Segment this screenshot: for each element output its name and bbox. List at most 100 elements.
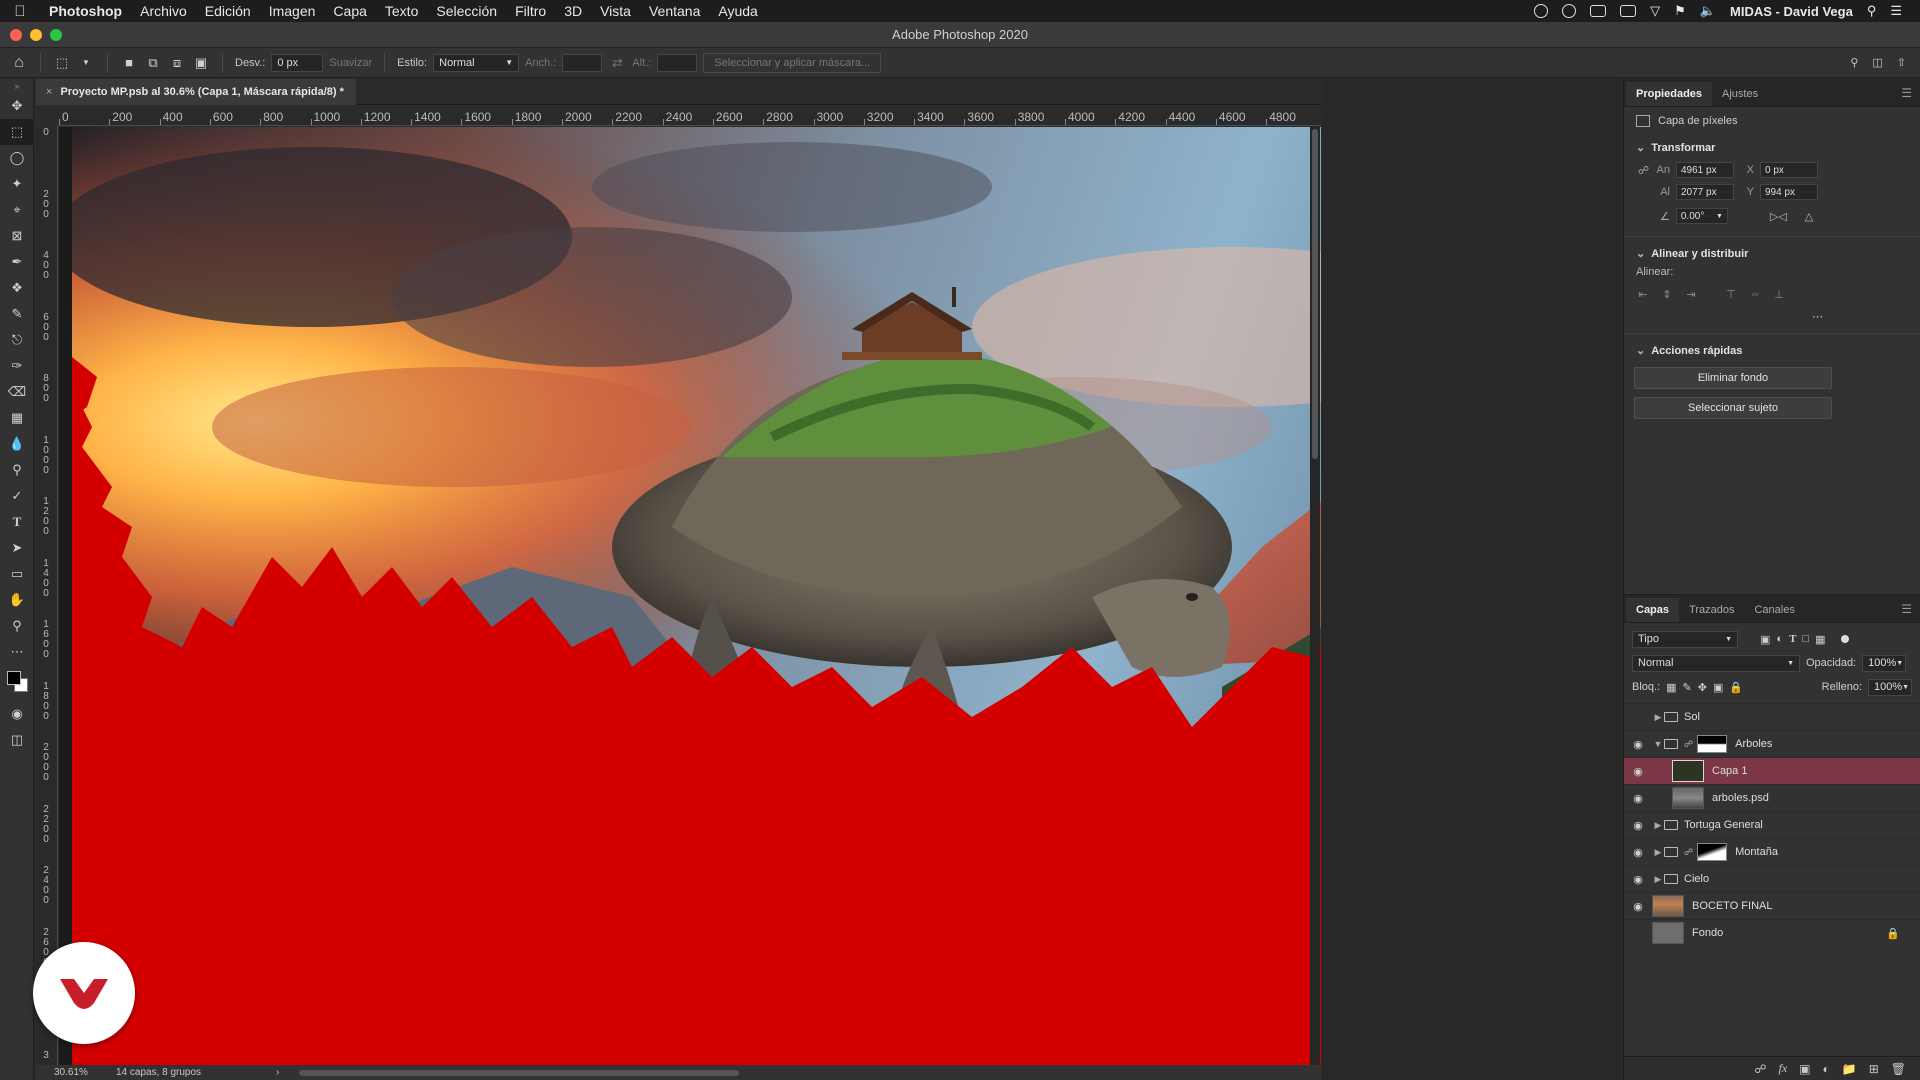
creative-cloud-icon[interactable] xyxy=(1562,4,1577,18)
layer-row-sol[interactable]: ◉ ▶ Sol xyxy=(1624,703,1920,730)
dodge-tool-icon[interactable]: ⚲ xyxy=(0,457,34,483)
document-canvas[interactable] xyxy=(72,127,1321,1065)
menu-3d[interactable]: 3D xyxy=(555,3,591,19)
layer-filter-select[interactable]: Tipo ▼ xyxy=(1632,630,1738,648)
layer-thumbnail[interactable] xyxy=(1652,922,1684,944)
healing-brush-tool-icon[interactable]: ❖ xyxy=(0,275,34,301)
record-icon[interactable] xyxy=(1534,4,1549,18)
path-selection-tool-icon[interactable]: ➤ xyxy=(0,535,34,561)
filter-toggle-icon[interactable] xyxy=(1841,635,1850,643)
feather-input[interactable]: 0 px xyxy=(271,53,324,72)
select-subject-button[interactable]: Seleccionar sujeto xyxy=(1634,397,1832,419)
status-chevron-icon[interactable]: › xyxy=(276,1067,279,1078)
filter-adjustment-icon[interactable]: ◐ xyxy=(1776,633,1783,645)
horizontal-scrollbar[interactable] xyxy=(299,1069,740,1076)
align-left-icon[interactable]: ⇤ xyxy=(1636,288,1650,301)
new-layer-icon[interactable]: ⊞ xyxy=(1869,1062,1879,1076)
new-selection-icon[interactable]: ■ xyxy=(120,54,138,72)
eyedropper-tool-icon[interactable]: ✒ xyxy=(0,249,34,275)
minimize-window-button[interactable] xyxy=(30,29,42,41)
add-mask-icon[interactable]: ▣ xyxy=(1799,1062,1810,1076)
close-document-icon[interactable]: × xyxy=(46,86,52,98)
lock-all-icon[interactable]: 🔒 xyxy=(1729,681,1743,694)
marquee-preset-icon[interactable]: ⬚ xyxy=(53,54,71,72)
layer-row-capa-1[interactable]: ◉ Capa 1 xyxy=(1624,757,1920,784)
new-group-icon[interactable]: 📁 xyxy=(1842,1062,1857,1076)
vertical-scrollbar[interactable] xyxy=(1310,127,1320,1065)
tab-canales[interactable]: Canales xyxy=(1744,598,1804,622)
more-options-icon[interactable]: ⋯ xyxy=(1624,310,1920,323)
spotlight-search-icon[interactable]: ⚲ xyxy=(1867,3,1877,19)
clone-stamp-tool-icon[interactable]: ⎋ xyxy=(0,327,34,353)
align-bottom-icon[interactable]: ⊥ xyxy=(1772,288,1786,301)
align-center-h-icon[interactable]: ⇕ xyxy=(1660,288,1674,301)
lock-position-icon[interactable]: ✥ xyxy=(1698,681,1707,694)
eye-icon[interactable]: ◉ xyxy=(1624,765,1652,778)
zoom-level[interactable]: 30.61% xyxy=(36,1067,106,1078)
layer-row-tortuga-general[interactable]: ◉ ▶ Tortuga General xyxy=(1624,811,1920,838)
search-icon[interactable]: ⚲ xyxy=(1850,56,1858,69)
chevron-right-icon[interactable]: ▶ xyxy=(1652,820,1664,831)
hand-tool-icon[interactable]: ✋ xyxy=(0,587,34,613)
rectangular-marquee-tool-icon[interactable]: ⬚ xyxy=(0,119,34,145)
chevron-right-icon[interactable]: ▶ xyxy=(1652,847,1664,858)
flip-vertical-icon[interactable]: △ xyxy=(1805,210,1813,223)
eraser-tool-icon[interactable]: ⌫ xyxy=(0,379,34,405)
layer-mask-thumbnail[interactable] xyxy=(1697,843,1728,861)
screen-mode-icon[interactable]: ◫ xyxy=(0,727,34,753)
blur-tool-icon[interactable]: 💧 xyxy=(0,431,34,457)
layer-row-arboles-psd[interactable]: ◉ arboles.psd xyxy=(1624,784,1920,811)
layer-row-fondo[interactable]: ◉ Fondo 🔒 xyxy=(1624,919,1920,946)
link-icon[interactable]: ☍ xyxy=(1684,739,1693,750)
visibility-toggle-icon[interactable]: ◉ xyxy=(1624,927,1652,940)
layer-row-boceto-final[interactable]: ◉ BOCETO FINAL xyxy=(1624,892,1920,919)
width-field[interactable]: 4961 px xyxy=(1676,162,1734,178)
vertical-scrollbar-thumb[interactable] xyxy=(1312,129,1318,459)
filter-pixel-icon[interactable]: ▣ xyxy=(1760,633,1770,646)
height-field[interactable]: 2077 px xyxy=(1676,184,1734,200)
eye-icon[interactable]: ◉ xyxy=(1624,900,1652,913)
screen-share-icon[interactable] xyxy=(1590,5,1607,17)
brush-tool-icon[interactable]: ✎ xyxy=(0,301,34,327)
link-dimensions-icon[interactable]: ☍ xyxy=(1638,164,1650,177)
lock-artboard-icon[interactable]: ▣ xyxy=(1713,681,1723,694)
wifi-icon[interactable]: ▽ xyxy=(1650,3,1660,19)
menu-app-photoshop[interactable]: Photoshop xyxy=(40,3,131,19)
menu-ayuda[interactable]: Ayuda xyxy=(709,3,766,19)
filter-smart-object-icon[interactable]: ▦ xyxy=(1815,633,1825,646)
x-field[interactable]: 0 px xyxy=(1760,162,1818,178)
swap-dimensions-icon[interactable]: ⇄ xyxy=(608,54,626,72)
move-tool-icon[interactable]: ✥ xyxy=(0,93,34,119)
menu-filtro[interactable]: Filtro xyxy=(506,3,555,19)
layer-style-icon[interactable]: fx xyxy=(1778,1061,1787,1076)
fill-field[interactable]: 100% ▼ xyxy=(1868,678,1912,696)
align-section-title[interactable]: ⌄ Alinear y distribuir xyxy=(1624,247,1920,260)
lasso-tool-icon[interactable]: ◯ xyxy=(0,145,34,171)
rectangle-tool-icon[interactable]: ▭ xyxy=(0,561,34,587)
panel-menu-icon[interactable]: ☰ xyxy=(1901,86,1912,106)
chevron-down-icon[interactable]: ▼ xyxy=(77,54,95,72)
chevron-down-icon[interactable]: ▼ xyxy=(1652,739,1664,749)
share-icon[interactable]: ⇧ xyxy=(1897,56,1906,69)
transform-section-title[interactable]: ⌄ Transformar xyxy=(1624,141,1920,154)
flag-icon[interactable]: ⚑ xyxy=(1674,3,1686,19)
remove-background-button[interactable]: Eliminar fondo xyxy=(1634,367,1832,389)
visibility-toggle-icon[interactable]: ◉ xyxy=(1624,711,1652,724)
zoom-tool-icon[interactable]: ⚲ xyxy=(0,613,34,639)
add-selection-icon[interactable]: ⧉ xyxy=(144,54,162,72)
layer-thumbnail[interactable] xyxy=(1672,760,1704,782)
delete-layer-icon[interactable]: 🗑 xyxy=(1891,1062,1906,1076)
notification-center-icon[interactable]: ☰ xyxy=(1890,3,1902,19)
panel-menu-icon[interactable]: ☰ xyxy=(1901,602,1912,622)
chevron-right-icon[interactable]: ▶ xyxy=(1652,874,1664,885)
subtract-selection-icon[interactable]: ⧈ xyxy=(168,54,186,72)
style-select[interactable]: Normal ▼ xyxy=(433,53,520,72)
home-icon[interactable]: ⌂ xyxy=(10,54,28,72)
align-top-icon[interactable]: ⊤ xyxy=(1724,288,1738,301)
apple-menu-icon[interactable]:  xyxy=(0,3,40,20)
menu-capa[interactable]: Capa xyxy=(324,3,375,19)
menu-seleccion[interactable]: Selección xyxy=(427,3,506,19)
layer-thumbnail[interactable] xyxy=(1672,787,1704,809)
menu-texto[interactable]: Texto xyxy=(376,3,427,19)
layer-row-montana[interactable]: ◉ ▶ ☍ Montaña xyxy=(1624,838,1920,865)
